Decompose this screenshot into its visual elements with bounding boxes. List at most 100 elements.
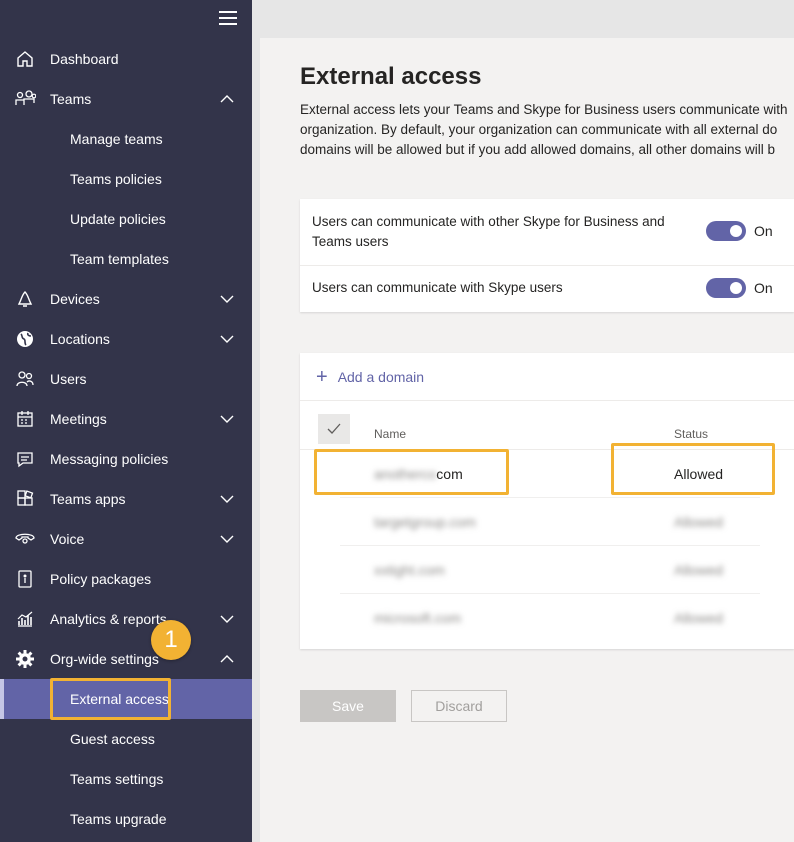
sidebar-item-label: Analytics & reports	[50, 611, 167, 627]
sidebar-item-teams-settings[interactable]: Teams settings	[0, 759, 252, 799]
sidebar-item-users[interactable]: Users	[0, 359, 252, 399]
sidebar-item-teams[interactable]: Teams	[0, 79, 252, 119]
domain-name-cell: anothercocom	[374, 466, 463, 482]
table-row[interactable]: xxtight.com Allowed	[300, 546, 794, 594]
sidebar-item-label: Meetings	[50, 411, 107, 427]
add-domain-label: Add a domain	[337, 369, 425, 385]
sidebar-item-policy-packages[interactable]: Policy packages	[0, 559, 252, 599]
column-header-status[interactable]: Status	[674, 427, 708, 441]
domain-name-cell: targetgroup.com	[374, 514, 476, 530]
toggle-switch[interactable]	[706, 221, 746, 241]
sidebar-item-label: Dashboard	[50, 51, 119, 67]
status-cell: Allowed	[674, 514, 724, 530]
discard-button[interactable]: Discard	[411, 690, 507, 722]
sidebar-item-label: Users	[50, 371, 87, 387]
description-line: domains will be allowed but if you add a…	[300, 142, 776, 157]
sidebar-item-team-templates[interactable]: Team templates	[0, 239, 252, 279]
sidebar-item-label: Devices	[50, 291, 100, 307]
sidebar-item-label: Voice	[50, 531, 85, 547]
column-header-name[interactable]: Name	[374, 427, 406, 441]
toggle-knob	[730, 282, 742, 294]
domain-name-cell: microsoft.com	[374, 610, 462, 626]
toggle-switch[interactable]	[706, 278, 746, 298]
sidebar-item-voice[interactable]: Voice	[0, 519, 252, 559]
sidebar-item-update-policies[interactable]: Update policies	[0, 199, 252, 239]
teams-icon	[14, 89, 36, 109]
toggle-state-label: On	[754, 223, 773, 239]
sidebar-item-label: Manage teams	[70, 131, 163, 147]
sidebar-item-meetings[interactable]: Meetings	[0, 399, 252, 439]
sidebar-item-label: Teams settings	[70, 771, 164, 787]
sidebar-item-messaging-policies[interactable]: Messaging policies	[0, 439, 252, 479]
page-description: External access lets your Teams and Skyp…	[300, 100, 794, 160]
sidebar-item-label: Locations	[50, 331, 110, 347]
description-line: organization. By default, your organizat…	[300, 122, 778, 137]
status-cell: Allowed	[674, 562, 724, 578]
sidebar-item-label: Teams policies	[70, 171, 162, 187]
redacted-domain-text: anotherco	[374, 466, 437, 482]
setting-row-skype-business: Users can communicate with other Skype f…	[300, 199, 794, 265]
chevron-down-icon[interactable]	[219, 493, 235, 505]
sidebar-item-label: Org-wide settings	[50, 651, 159, 667]
sidebar-item-dashboard[interactable]: Dashboard	[0, 39, 252, 79]
users-icon	[14, 369, 36, 389]
chevron-down-icon[interactable]	[219, 293, 235, 305]
save-button[interactable]: Save	[300, 690, 396, 722]
settings-card: Users can communicate with other Skype f…	[300, 199, 794, 312]
sidebar-item-guest-access[interactable]: Guest access	[0, 719, 252, 759]
top-bar	[252, 0, 794, 38]
sidebar-item-locations[interactable]: Locations	[0, 319, 252, 359]
status-cell: Allowed	[674, 466, 724, 482]
chevron-down-icon[interactable]	[219, 413, 235, 425]
bell-icon	[14, 289, 36, 309]
setting-label: Users can communicate with other Skype f…	[312, 214, 665, 249]
sidebar-item-manage-teams[interactable]: Manage teams	[0, 119, 252, 159]
sidebar-item-teams-policies[interactable]: Teams policies	[0, 159, 252, 199]
table-row[interactable]: microsoft.com Allowed	[300, 594, 794, 642]
table-row[interactable]: targetgroup.com Allowed	[300, 498, 794, 546]
divider	[300, 400, 794, 401]
hamburger-menu-icon[interactable]	[219, 11, 237, 27]
page-title: External access	[300, 63, 482, 90]
setting-label: Users can communicate with Skype users	[312, 280, 563, 295]
add-domain-button[interactable]: + Add a domain	[316, 366, 424, 388]
sidebar-item-teams-apps[interactable]: Teams apps	[0, 479, 252, 519]
sidebar-item-external-access[interactable]: External access	[0, 679, 252, 719]
sidebar-item-org-wide-settings[interactable]: Org-wide settings	[0, 639, 252, 679]
chevron-down-icon[interactable]	[219, 533, 235, 545]
voice-icon	[14, 529, 36, 549]
chevron-down-icon[interactable]	[219, 613, 235, 625]
sidebar: Dashboard Teams Manage teams Teams polic…	[0, 0, 252, 842]
sidebar-item-label: Teams upgrade	[70, 811, 167, 827]
message-icon	[14, 449, 36, 469]
sidebar-item-label: Teams apps	[50, 491, 126, 507]
analytics-icon	[14, 609, 36, 629]
globe-icon	[14, 329, 36, 349]
calendar-icon	[14, 409, 36, 429]
sidebar-item-label: Policy packages	[50, 571, 152, 587]
select-all-checkbox[interactable]	[318, 414, 350, 444]
plus-icon: +	[316, 366, 328, 388]
chevron-down-icon[interactable]	[219, 333, 235, 345]
step-number-badge: 1	[151, 620, 191, 660]
package-icon	[14, 569, 36, 589]
setting-row-skype-users: Users can communicate with Skype users O…	[300, 265, 794, 312]
checkmark-icon	[327, 423, 341, 434]
sidebar-item-analytics-reports[interactable]: Analytics & reports	[0, 599, 252, 639]
toggle-state-label: On	[754, 280, 773, 296]
sidebar-item-label: Update policies	[70, 211, 166, 227]
description-line: External access lets your Teams and Skyp…	[300, 102, 788, 117]
sidebar-item-devices[interactable]: Devices	[0, 279, 252, 319]
table-row[interactable]: anothercocom Allowed	[300, 450, 794, 498]
sidebar-item-label: Guest access	[70, 731, 155, 747]
apps-icon	[14, 489, 36, 509]
chevron-up-icon[interactable]	[219, 93, 235, 105]
chevron-up-icon[interactable]	[219, 653, 235, 665]
status-cell: Allowed	[674, 610, 724, 626]
sidebar-item-teams-upgrade[interactable]: Teams upgrade	[0, 799, 252, 839]
gear-icon	[14, 649, 36, 669]
domain-suffix-text: com	[436, 466, 463, 482]
sidebar-item-label: External access	[70, 691, 169, 707]
sidebar-item-label: Messaging policies	[50, 451, 169, 467]
toggle-knob	[730, 225, 742, 237]
